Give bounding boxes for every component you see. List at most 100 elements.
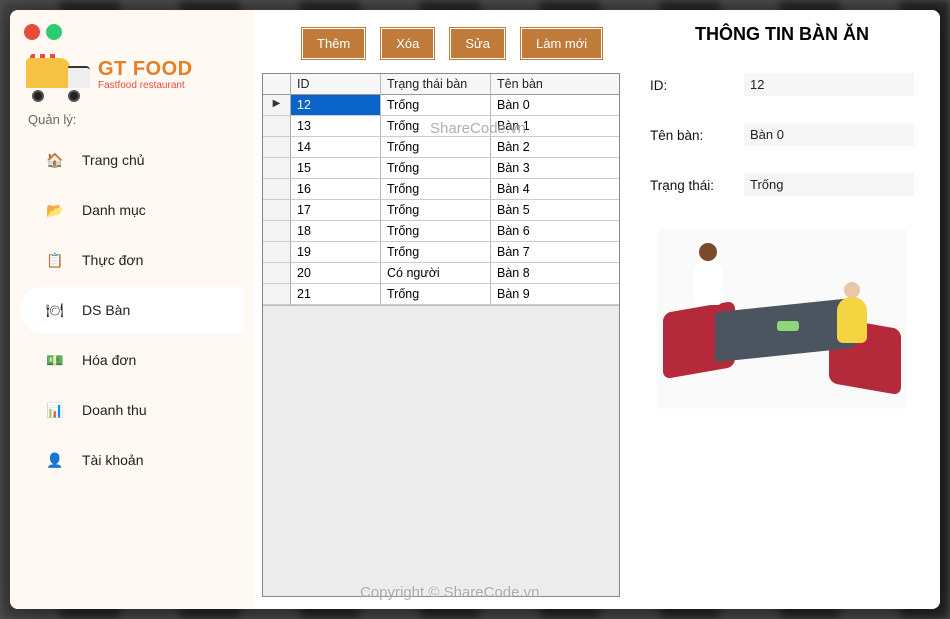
sidebar-item-label: Hóa đơn (82, 352, 136, 368)
sidebar-item-icon: 👤 (46, 451, 64, 469)
cell-status[interactable]: Trống (381, 95, 491, 116)
grid-header: ID Trạng thái bàn Tên bàn (263, 74, 619, 95)
tables-grid[interactable]: ID Trạng thái bàn Tên bàn ▶12TrốngBàn 01… (262, 73, 620, 597)
brand-subtitle: Fastfood restaurant (98, 81, 193, 91)
row-indicator (263, 221, 291, 242)
name-field[interactable] (744, 123, 914, 147)
sidebar-item-label: DS Bàn (82, 302, 130, 318)
cell-id[interactable]: 18 (291, 221, 381, 242)
table-row[interactable]: 14TrốngBàn 2 (263, 137, 619, 158)
table-row[interactable]: 18TrốngBàn 6 (263, 221, 619, 242)
table-panel: Thêm Xóa Sửa Làm mới ID Trạng thái bàn T… (254, 10, 624, 609)
cell-status[interactable]: Trống (381, 116, 491, 137)
sidebar-item-2[interactable]: 📋 Thực đơn (20, 237, 244, 283)
cell-status[interactable]: Có người (381, 263, 491, 284)
table-row[interactable]: ▶12TrốngBàn 0 (263, 95, 619, 116)
sidebar-item-icon: 📂 (46, 201, 64, 219)
sidebar-item-3[interactable]: 🍽 DS Bàn (20, 287, 244, 333)
sidebar-item-label: Trang chủ (82, 152, 145, 168)
cell-name[interactable]: Bàn 2 (491, 137, 619, 158)
table-row[interactable]: 20Có ngườiBàn 8 (263, 263, 619, 284)
name-label: Tên bàn: (650, 128, 734, 143)
app-window: GT FOOD Fastfood restaurant Quản lý: 🏠 Tr… (10, 10, 940, 609)
cell-name[interactable]: Bàn 1 (491, 116, 619, 137)
row-indicator (263, 137, 291, 158)
cell-name[interactable]: Bàn 9 (491, 284, 619, 305)
sidebar: GT FOOD Fastfood restaurant Quản lý: 🏠 Tr… (10, 10, 254, 609)
toolbar: Thêm Xóa Sửa Làm mới (262, 22, 624, 73)
cell-name[interactable]: Bàn 7 (491, 242, 619, 263)
row-indicator (263, 116, 291, 137)
cell-status[interactable]: Trống (381, 221, 491, 242)
cell-id[interactable]: 13 (291, 116, 381, 137)
brand-title: GT FOOD (98, 59, 193, 79)
cell-id[interactable]: 16 (291, 179, 381, 200)
cell-id[interactable]: 15 (291, 158, 381, 179)
cell-name[interactable]: Bàn 6 (491, 221, 619, 242)
row-indicator (263, 242, 291, 263)
cell-status[interactable]: Trống (381, 158, 491, 179)
add-button[interactable]: Thêm (302, 28, 365, 59)
col-name[interactable]: Tên bàn (491, 74, 619, 95)
cell-id[interactable]: 20 (291, 263, 381, 284)
cell-name[interactable]: Bàn 3 (491, 158, 619, 179)
sidebar-item-icon: 🍽 (46, 301, 64, 319)
sidebar-item-label: Tài khoản (82, 452, 143, 468)
foodtruck-icon (26, 52, 90, 98)
cell-status[interactable]: Trống (381, 200, 491, 221)
row-indicator (263, 158, 291, 179)
sidebar-item-icon: 🏠 (46, 151, 64, 169)
sidebar-item-label: Doanh thu (82, 402, 147, 418)
sidebar-item-icon: 💵 (46, 351, 64, 369)
cell-status[interactable]: Trống (381, 137, 491, 158)
sidebar-item-0[interactable]: 🏠 Trang chủ (20, 137, 244, 183)
id-field[interactable] (744, 73, 914, 97)
cell-name[interactable]: Bàn 5 (491, 200, 619, 221)
table-row[interactable]: 16TrốngBàn 4 (263, 179, 619, 200)
minimize-icon[interactable] (46, 24, 62, 40)
cell-status[interactable]: Trống (381, 284, 491, 305)
table-row[interactable]: 19TrốngBàn 7 (263, 242, 619, 263)
sidebar-item-4[interactable]: 💵 Hóa đơn (20, 337, 244, 383)
status-field[interactable] (744, 173, 914, 197)
sidebar-item-label: Thực đơn (82, 252, 143, 268)
table-row[interactable]: 17TrốngBàn 5 (263, 200, 619, 221)
col-status[interactable]: Trạng thái bàn (381, 74, 491, 95)
row-indicator (263, 179, 291, 200)
delete-button[interactable]: Xóa (381, 28, 434, 59)
sidebar-item-6[interactable]: 👤 Tài khoản (20, 437, 244, 483)
edit-button[interactable]: Sửa (450, 28, 505, 59)
cell-name[interactable]: Bàn 4 (491, 179, 619, 200)
window-controls (20, 20, 254, 48)
cell-id[interactable]: 19 (291, 242, 381, 263)
cell-status[interactable]: Trống (381, 179, 491, 200)
row-indicator (263, 200, 291, 221)
sidebar-item-5[interactable]: 📊 Doanh thu (20, 387, 244, 433)
sidebar-item-icon: 📋 (46, 251, 64, 269)
cell-id[interactable]: 14 (291, 137, 381, 158)
brand-logo: GT FOOD Fastfood restaurant (20, 48, 254, 106)
refresh-button[interactable]: Làm mới (521, 28, 602, 59)
sidebar-section-label: Quản lý: (20, 106, 254, 137)
sidebar-item-1[interactable]: 📂 Danh mục (20, 187, 244, 233)
row-indicator (263, 263, 291, 284)
table-row[interactable]: 21TrốngBàn 9 (263, 284, 619, 305)
status-label: Trạng thái: (650, 178, 734, 193)
cell-name[interactable]: Bàn 0 (491, 95, 619, 116)
close-icon[interactable] (24, 24, 40, 40)
table-row[interactable]: 13TrốngBàn 1 (263, 116, 619, 137)
detail-title: THÔNG TIN BÀN ĂN (650, 24, 914, 45)
table-row[interactable]: 15TrốngBàn 3 (263, 158, 619, 179)
detail-panel: THÔNG TIN BÀN ĂN ID: Tên bàn: Trạng thái… (624, 10, 940, 609)
cell-id[interactable]: 12 (291, 95, 381, 116)
cell-id[interactable]: 17 (291, 200, 381, 221)
sidebar-item-label: Danh mục (82, 202, 146, 218)
dining-illustration (657, 229, 907, 409)
grid-empty-area (263, 305, 619, 596)
col-id[interactable]: ID (291, 74, 381, 95)
cell-name[interactable]: Bàn 8 (491, 263, 619, 284)
sidebar-item-icon: 📊 (46, 401, 64, 419)
cell-status[interactable]: Trống (381, 242, 491, 263)
id-label: ID: (650, 78, 734, 93)
cell-id[interactable]: 21 (291, 284, 381, 305)
